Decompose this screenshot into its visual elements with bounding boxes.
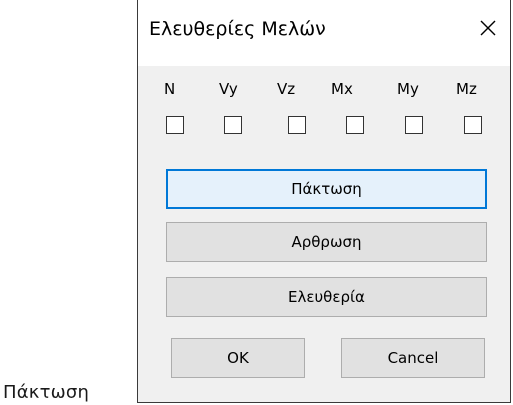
checkbox-vy[interactable] bbox=[224, 116, 242, 134]
checkbox-mx[interactable] bbox=[346, 116, 364, 134]
close-button[interactable] bbox=[470, 10, 506, 46]
cancel-button-label: Cancel bbox=[387, 349, 439, 367]
member-releases-dialog: Ελευθερίες Μελών N Vy Vz Mx My Mz Πάκτωσ… bbox=[137, 0, 511, 403]
dof-label-mx: Mx bbox=[331, 80, 353, 98]
dialog-titlebar: Ελευθερίες Μελών bbox=[138, 0, 510, 66]
hinged-button[interactable]: Αρθρωση bbox=[166, 222, 487, 262]
checkbox-mz[interactable] bbox=[464, 116, 482, 134]
dof-label-mz: Mz bbox=[456, 80, 477, 98]
hinged-button-label: Αρθρωση bbox=[291, 233, 362, 251]
free-button[interactable]: Ελευθερία bbox=[166, 277, 487, 317]
ok-button-label: OK bbox=[227, 349, 249, 367]
checkbox-n[interactable] bbox=[166, 116, 184, 134]
background-caption: Πάκτωση bbox=[3, 382, 90, 403]
close-icon bbox=[480, 20, 496, 36]
ok-button[interactable]: OK bbox=[171, 338, 305, 378]
dof-label-my: My bbox=[397, 80, 419, 98]
free-button-label: Ελευθερία bbox=[288, 288, 365, 306]
dof-label-vz: Vz bbox=[277, 80, 296, 98]
fixed-button-label: Πάκτωση bbox=[291, 180, 362, 198]
checkbox-vz[interactable] bbox=[288, 116, 306, 134]
dof-label-vy: Vy bbox=[219, 80, 238, 98]
cancel-button[interactable]: Cancel bbox=[341, 338, 485, 378]
dialog-title: Ελευθερίες Μελών bbox=[149, 18, 326, 40]
fixed-button[interactable]: Πάκτωση bbox=[166, 169, 487, 209]
checkbox-my[interactable] bbox=[405, 116, 423, 134]
dof-label-n: N bbox=[164, 80, 176, 98]
